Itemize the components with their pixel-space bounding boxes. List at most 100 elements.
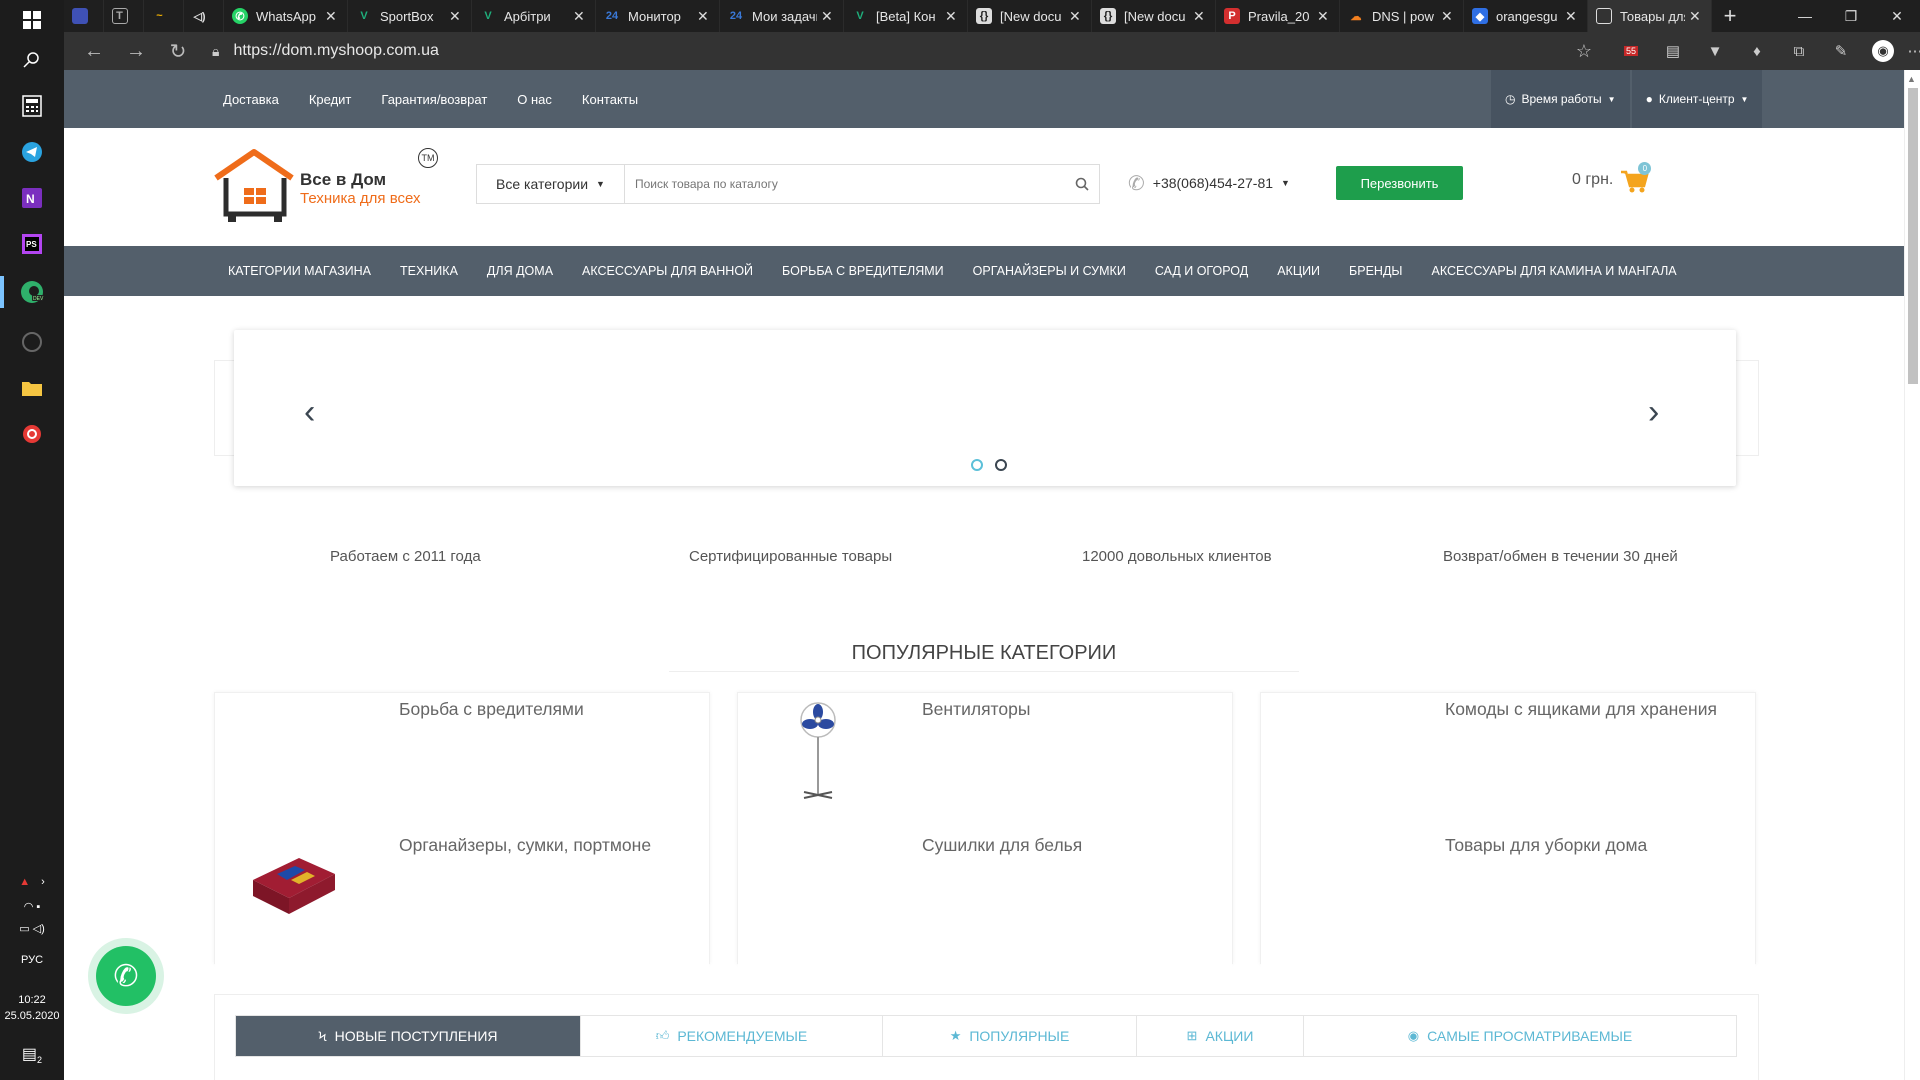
site-logo[interactable]: Все в Дом Техника для всех TM (214, 148, 454, 230)
category-select[interactable]: Все категории ▼ (477, 165, 625, 203)
onenote-icon[interactable]: N (12, 178, 52, 218)
catnav-item-home[interactable]: Для дома (487, 264, 553, 278)
feedback-icon[interactable]: ✎ (1826, 36, 1856, 66)
calculator-icon[interactable] (12, 86, 52, 126)
search-input[interactable] (625, 165, 1065, 203)
tab-recommended[interactable]: 👍︎ Рекомендуемые (581, 1016, 883, 1056)
close-tab-icon[interactable]: ✕ (1193, 8, 1207, 25)
file-explorer-icon[interactable] (12, 368, 52, 408)
phpstorm-icon[interactable]: PS (12, 224, 52, 264)
tab-most-viewed[interactable]: ◉ Самые просматриваемые (1304, 1016, 1736, 1056)
category-card-fans[interactable]: Вентиляторы (738, 698, 1232, 834)
telegram-icon[interactable] (12, 132, 52, 172)
extension-v-icon[interactable]: ▼ (1700, 36, 1730, 66)
lock-icon[interactable]: 🔒︎ (212, 43, 219, 60)
close-tab-icon[interactable]: ✕ (1317, 8, 1331, 25)
app-circle-icon[interactable] (12, 322, 52, 362)
forward-arrow-icon[interactable]: → (118, 36, 154, 66)
tab-popular[interactable]: ★ Популярные (883, 1016, 1137, 1056)
category-name[interactable]: Вентиляторы (922, 698, 1212, 720)
address-bar[interactable]: 🔒︎ https://dom.myshoop.com.ua ☆ (212, 36, 1592, 66)
catnav-item-pest-control[interactable]: Борьба с вредителями (782, 264, 944, 278)
browser-tab-active[interactable]: Товары для ✕ (1588, 0, 1712, 32)
restore-icon[interactable]: ❐ (1828, 0, 1874, 32)
collections-icon[interactable]: ⧉ (1784, 36, 1814, 66)
search-icon[interactable] (12, 40, 52, 80)
tab-promotions[interactable]: ⊞ Акции (1137, 1016, 1304, 1056)
category-name[interactable]: Комоды с ящиками для хранения (1445, 698, 1735, 720)
page-scrollbar[interactable]: ▲ (1904, 70, 1920, 1080)
scrollbar-thumb[interactable] (1908, 88, 1918, 384)
scroll-up-arrow-icon[interactable]: ▲ (1907, 74, 1916, 84)
category-name[interactable]: Борьба с вредителями (399, 698, 689, 720)
catnav-item-organizers[interactable]: Органайзеры и сумки (973, 264, 1126, 278)
more-menu-icon[interactable]: ⋯ (1900, 36, 1920, 66)
favorite-star-icon[interactable]: ☆ (1576, 41, 1592, 62)
cart-widget[interactable]: 0 грн. 0 (1572, 162, 1652, 194)
clock-date[interactable]: 25.05.2020 (0, 1010, 64, 1022)
category-card-organizers[interactable]: Органайзеры, сумки, портмоне (215, 834, 709, 970)
call-floating-button[interactable]: ✆ (88, 938, 164, 1014)
browser-tab[interactable]: V [Beta] Кон ✕ (844, 0, 968, 32)
slider-dot-active[interactable] (971, 459, 983, 471)
close-tab-icon[interactable]: ✕ (573, 8, 587, 25)
clock-time[interactable]: 10:22 (0, 994, 64, 1006)
browser-tab[interactable]: V Арбітри ✕ (472, 0, 596, 32)
browser-tab[interactable]: 24 Мои задачи ✕ (720, 0, 844, 32)
browser-tab[interactable]: {} [New docu ✕ (1092, 0, 1216, 32)
catnav-item-brands[interactable]: Бренды (1349, 264, 1402, 278)
browser-tab[interactable]: ✆ WhatsApp ✕ (224, 0, 348, 32)
top-link-credit[interactable]: Кредит (309, 92, 352, 107)
url-text[interactable]: https://dom.myshoop.com.ua (233, 42, 438, 60)
category-name[interactable]: Органайзеры, сумки, портмоне (399, 834, 689, 856)
close-tab-icon[interactable]: ✕ (697, 8, 711, 25)
close-tab-icon[interactable]: ✕ (821, 8, 835, 25)
extension-card-icon[interactable]: ▤ (1658, 36, 1688, 66)
browser-tab[interactable]: ◆ orangesgu ✕ (1464, 0, 1588, 32)
browser-tab[interactable] (64, 0, 104, 32)
top-link-about[interactable]: О нас (517, 92, 552, 107)
catnav-item-garden[interactable]: Сад и огород (1155, 264, 1248, 278)
category-card-dressers[interactable]: Комоды с ящиками для хранения (1261, 698, 1755, 834)
top-link-warranty[interactable]: Гарантия/возврат (381, 92, 487, 107)
category-card-pest-control[interactable]: Борьба с вредителями (215, 698, 709, 834)
top-link-delivery[interactable]: Доставка (223, 92, 279, 107)
slider-prev-arrow-icon[interactable]: ‹ (304, 395, 315, 429)
client-center-dropdown[interactable]: ● Клиент-центр ▼ (1631, 70, 1763, 128)
new-tab-button[interactable]: + (1712, 3, 1748, 29)
close-tab-icon[interactable]: ✕ (1069, 8, 1083, 25)
category-name[interactable]: Сушилки для белья (922, 834, 1212, 856)
slider-dot[interactable] (995, 459, 1007, 471)
close-tab-icon[interactable]: ✕ (1441, 8, 1455, 25)
browser-tab[interactable]: {} [New docu ✕ (968, 0, 1092, 32)
browser-tab[interactable]: ~ (144, 0, 184, 32)
work-hours-dropdown[interactable]: ◷ Время работы ▼ (1491, 70, 1630, 128)
search-icon[interactable] (1065, 165, 1099, 203)
tray-up-icons[interactable]: ▲ › (0, 876, 64, 888)
extension-badge-icon[interactable]: 55 (1616, 36, 1646, 66)
catnav-item-bathroom[interactable]: Аксессуары для ванной (582, 264, 753, 278)
back-arrow-icon[interactable]: ← (76, 36, 112, 66)
phone-dropdown[interactable]: ✆ +38(068)454-27-81 ▼ (1128, 168, 1290, 198)
edge-browser-icon[interactable]: DEV (0, 272, 52, 312)
close-tab-icon[interactable]: ✕ (325, 8, 339, 25)
slider-next-arrow-icon[interactable]: › (1648, 395, 1659, 429)
catnav-item-store-categories[interactable]: Категории магазина (228, 264, 371, 278)
snail-app-icon[interactable] (12, 414, 52, 454)
callback-button[interactable]: Перезвонить (1336, 166, 1463, 200)
profile-avatar-icon[interactable]: ◉ (1868, 36, 1898, 66)
tab-new-arrivals[interactable]: ϟ Новые поступления (236, 1016, 581, 1056)
browser-tab[interactable]: ☁ DNS | pow ✕ (1340, 0, 1464, 32)
category-card-dryers[interactable]: Сушилки для белья (738, 834, 1232, 970)
browser-tab[interactable]: P Pravila_20 ✕ (1216, 0, 1340, 32)
close-tab-icon[interactable]: ✕ (1565, 8, 1579, 25)
volume-icon[interactable]: ▭ ◁) (0, 922, 64, 935)
browser-tab[interactable]: 24 Монитор ✕ (596, 0, 720, 32)
language-indicator[interactable]: РУС (0, 954, 64, 966)
top-link-contacts[interactable]: Контакты (582, 92, 638, 107)
catnav-item-fireplace[interactable]: Аксессуары для камина и мангала (1431, 264, 1676, 278)
category-card-cleaning[interactable]: Товары для уборки дома (1261, 834, 1755, 970)
close-tab-icon[interactable]: ✕ (945, 8, 959, 25)
notification-center-icon[interactable]: ▤2 (0, 1044, 64, 1065)
extension-drop-icon[interactable]: ♦ (1742, 36, 1772, 66)
